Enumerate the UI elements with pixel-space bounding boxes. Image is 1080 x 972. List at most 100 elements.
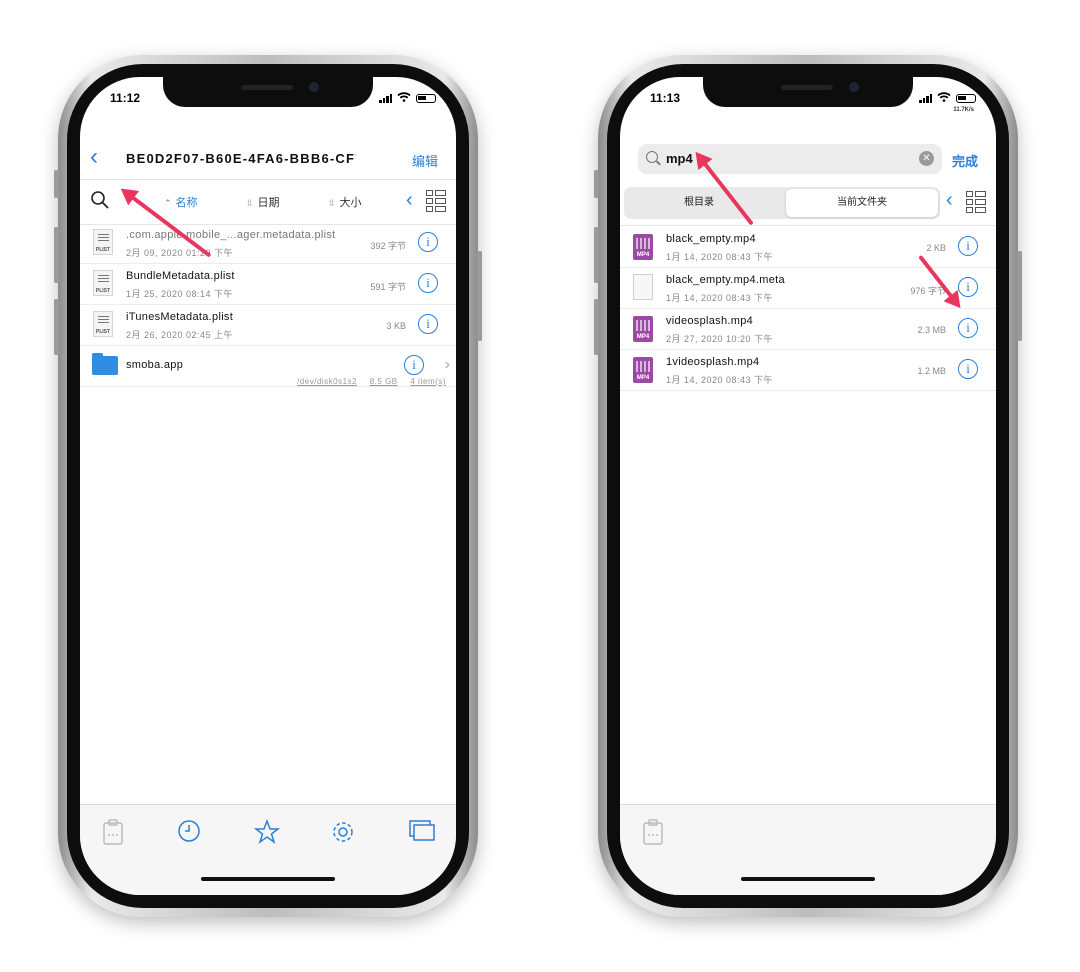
mp4-file-icon: MP4 [633,357,653,383]
search-icon[interactable] [90,190,110,213]
file-name: iTunesMetadata.plist [126,311,234,323]
wifi-icon [937,91,951,105]
collapse-chevron-icon[interactable]: ‹ [406,189,413,212]
disk-free[interactable]: 8.5 GB [370,377,398,386]
sort-updown-icon: ⇳ [246,198,254,208]
sort-by-name[interactable]: ⌃ 名称 [164,194,198,210]
home-indicator [201,877,335,881]
view-mode-grid-icon[interactable] [426,190,446,212]
file-size: 591 字节 [370,282,406,292]
back-chevron-icon[interactable]: ‹ [90,145,98,169]
scope-current-folder[interactable]: 当前文件夹 [786,189,938,217]
search-input[interactable]: mp4 ✕ [638,144,942,174]
wifi-icon [397,91,411,105]
collapse-chevron-icon[interactable]: ‹ [946,189,953,212]
mp4-file-icon: MP4 [633,316,653,342]
edit-button[interactable]: 编辑 [412,151,438,170]
sort-by-size[interactable]: ⇳ 大小 [328,194,362,210]
star-icon[interactable] [253,818,281,845]
sort-size-label: 大小 [339,197,362,209]
cellular-signal-icon [379,93,392,103]
sort-up-icon: ⌃ [164,198,172,208]
info-icon[interactable]: i [404,355,424,375]
network-speed: 11.7K/s [953,107,974,113]
file-name: videosplash.mp4 [666,315,754,327]
sort-date-label: 日期 [257,197,280,209]
file-row[interactable]: PLIST BundleMetadata.plist 1月 25, 2020 0… [80,264,456,305]
nav-title: BE0D2F07-B60E-4FA6-BBB6-CF7F5... [126,151,356,166]
nav-bar: ‹ BE0D2F07-B60E-4FA6-BBB6-CF7F5... 编辑 [80,139,456,179]
file-row[interactable]: MP4 black_empty.mp4 1月 14, 2020 08:43 下午… [620,227,996,268]
plist-file-icon: PLIST [93,311,113,337]
volume-down-button [54,299,59,355]
search-scope-control: 根目录 当前文件夹 [624,187,940,219]
power-button [1017,251,1022,341]
notch [163,77,373,107]
windows-icon[interactable] [408,819,435,845]
file-row[interactable]: MP4 videosplash.mp4 2月 27, 2020 10:20 下午… [620,309,996,350]
clipboard-icon[interactable] [640,819,666,845]
right-screen: 11:13 11.7K/s mp4 ✕ 完成 根目录 当前文件夹 ‹ MP4 b… [620,77,996,895]
file-date: 2月 09, 2020 01:29 下午 [126,248,234,258]
info-icon[interactable]: i [958,359,978,379]
folder-name: smoba.app [126,359,184,371]
file-size: 392 字节 [370,241,406,251]
status-time: 11:12 [110,91,141,105]
file-row[interactable]: black_empty.mp4.meta 1月 14, 2020 08:43 下… [620,268,996,309]
mp4-file-icon: MP4 [633,234,653,260]
clear-icon[interactable]: ✕ [919,151,934,166]
divider [620,225,996,226]
clock-icon[interactable] [176,819,202,845]
search-row: mp4 ✕ 完成 [620,141,996,179]
battery-icon [416,93,436,103]
folder-icon [92,353,118,375]
volume-down-button [594,299,599,355]
clipboard-icon[interactable] [100,819,126,845]
file-name: BundleMetadata.plist [126,270,235,282]
sort-updown-icon: ⇳ [328,198,336,208]
done-button[interactable]: 完成 [952,151,978,170]
file-size: 2 KB [926,243,946,253]
plist-file-icon: PLIST [93,270,113,296]
file-row[interactable]: PLIST .com.apple.mobile_...ager.metadata… [80,223,456,264]
info-icon[interactable]: i [418,232,438,252]
item-count[interactable]: 4 item(s) [410,377,446,386]
view-mode-grid-icon[interactable] [966,191,986,213]
tab-bar [80,804,456,895]
file-size: 1.2 MB [917,366,946,376]
home-indicator [741,877,875,881]
file-date: 1月 14, 2020 08:43 下午 [666,293,774,303]
chevron-right-icon: › [444,356,450,373]
sort-by-date[interactable]: ⇳ 日期 [246,194,280,210]
search-icon [646,151,658,163]
info-icon[interactable]: i [418,273,438,293]
file-name: black_empty.mp4.meta [666,274,785,286]
info-icon[interactable]: i [418,314,438,334]
file-row[interactable]: PLIST iTunesMetadata.plist 2月 26, 2020 0… [80,305,456,346]
cellular-signal-icon [919,93,932,103]
volume-up-button [594,227,599,283]
info-icon[interactable]: i [958,236,978,256]
plist-file-icon: PLIST [93,229,113,255]
file-size: 2.3 MB [917,325,946,335]
left-phone: 11:12 ‹ BE0D2F07-B60E-4FA6-BBB6-CF7F5...… [54,55,482,917]
file-name: .com.apple.mobile_...ager.metadata.plist [126,229,336,241]
sort-name-label: 名称 [175,197,198,209]
file-date: 1月 25, 2020 08:14 下午 [126,289,234,299]
file-date: 2月 26, 2020 02:45 上午 [126,330,234,340]
power-button [477,251,482,341]
info-icon[interactable]: i [958,318,978,338]
notch [703,77,913,107]
mute-switch [594,170,599,198]
disk-path[interactable]: /dev/disk0s1s2 [297,377,357,386]
file-date: 1月 14, 2020 08:43 下午 [666,252,774,262]
tab-bar [620,804,996,895]
file-row[interactable]: MP4 1videosplash.mp4 1月 14, 2020 08:43 下… [620,350,996,391]
file-date: 1月 14, 2020 08:43 下午 [666,375,774,385]
file-size: 3 KB [386,321,406,331]
scope-root[interactable]: 根目录 [624,187,774,219]
battery-icon [956,93,976,103]
volume-up-button [54,227,59,283]
file-name: 1videosplash.mp4 [666,356,760,368]
gear-icon[interactable] [330,819,356,845]
